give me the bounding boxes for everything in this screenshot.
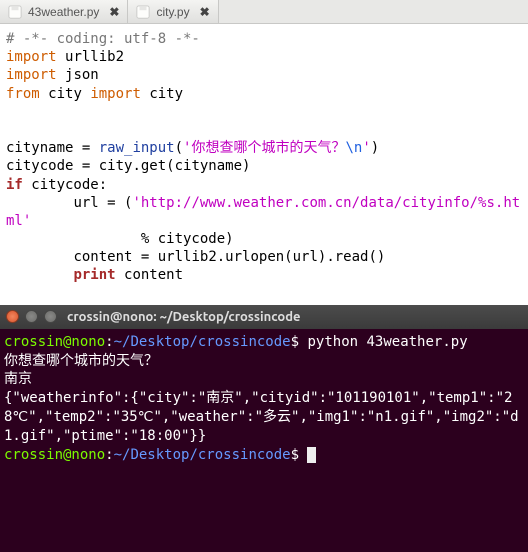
prompt-path: ~/Desktop/crossincode bbox=[114, 447, 291, 463]
prompt-user: crossin@nono bbox=[4, 447, 105, 463]
tab-label: 43weather.py bbox=[28, 5, 99, 19]
fn-raw-input: raw_input bbox=[90, 140, 174, 156]
kw-import: import bbox=[6, 49, 57, 65]
window-close-icon[interactable] bbox=[6, 310, 19, 323]
kw-if: if bbox=[6, 177, 23, 193]
tab-city[interactable]: city.py ✖ bbox=[128, 0, 218, 23]
python-file-icon bbox=[8, 5, 22, 19]
prompt-path: ~/Desktop/crossincode bbox=[114, 334, 291, 350]
terminal-content[interactable]: crossin@nono:~/Desktop/crossincode$ pyth… bbox=[0, 329, 528, 552]
window-maximize-icon[interactable] bbox=[44, 310, 57, 323]
terminal-cursor bbox=[307, 447, 316, 463]
close-icon[interactable]: ✖ bbox=[196, 5, 210, 19]
terminal-titlebar[interactable]: crossin@nono: ~/Desktop/crossincode bbox=[0, 305, 528, 329]
terminal-output-json: {"weatherinfo":{"city":"南京","cityid":"10… bbox=[4, 390, 519, 444]
kw-import: import bbox=[6, 67, 57, 83]
code-content[interactable]: # -*- coding: utf-8 -*- import urllib2 i… bbox=[0, 24, 528, 305]
kw-print: print bbox=[73, 267, 115, 283]
tab-43weather[interactable]: 43weather.py ✖ bbox=[0, 0, 128, 23]
terminal-title: crossin@nono: ~/Desktop/crossincode bbox=[67, 310, 301, 324]
terminal-command: python 43weather.py bbox=[299, 334, 468, 350]
code-editor: 43weather.py ✖ city.py ✖ # -*- coding: u… bbox=[0, 0, 528, 305]
kw-from: from bbox=[6, 86, 40, 102]
terminal-output: 你想查哪个城市的天气？ bbox=[4, 353, 158, 369]
terminal-output: 南京 bbox=[4, 371, 32, 387]
prompt-user: crossin@nono bbox=[4, 334, 105, 350]
code-comment: # -*- coding: utf-8 -*- bbox=[6, 31, 200, 47]
terminal-window: crossin@nono: ~/Desktop/crossincode cros… bbox=[0, 305, 528, 552]
close-icon[interactable]: ✖ bbox=[105, 5, 119, 19]
kw-import: import bbox=[90, 86, 141, 102]
editor-tabs: 43weather.py ✖ city.py ✖ bbox=[0, 0, 528, 24]
window-controls bbox=[6, 310, 57, 323]
tab-label: city.py bbox=[156, 5, 189, 19]
python-file-icon bbox=[136, 5, 150, 19]
window-minimize-icon[interactable] bbox=[25, 310, 38, 323]
